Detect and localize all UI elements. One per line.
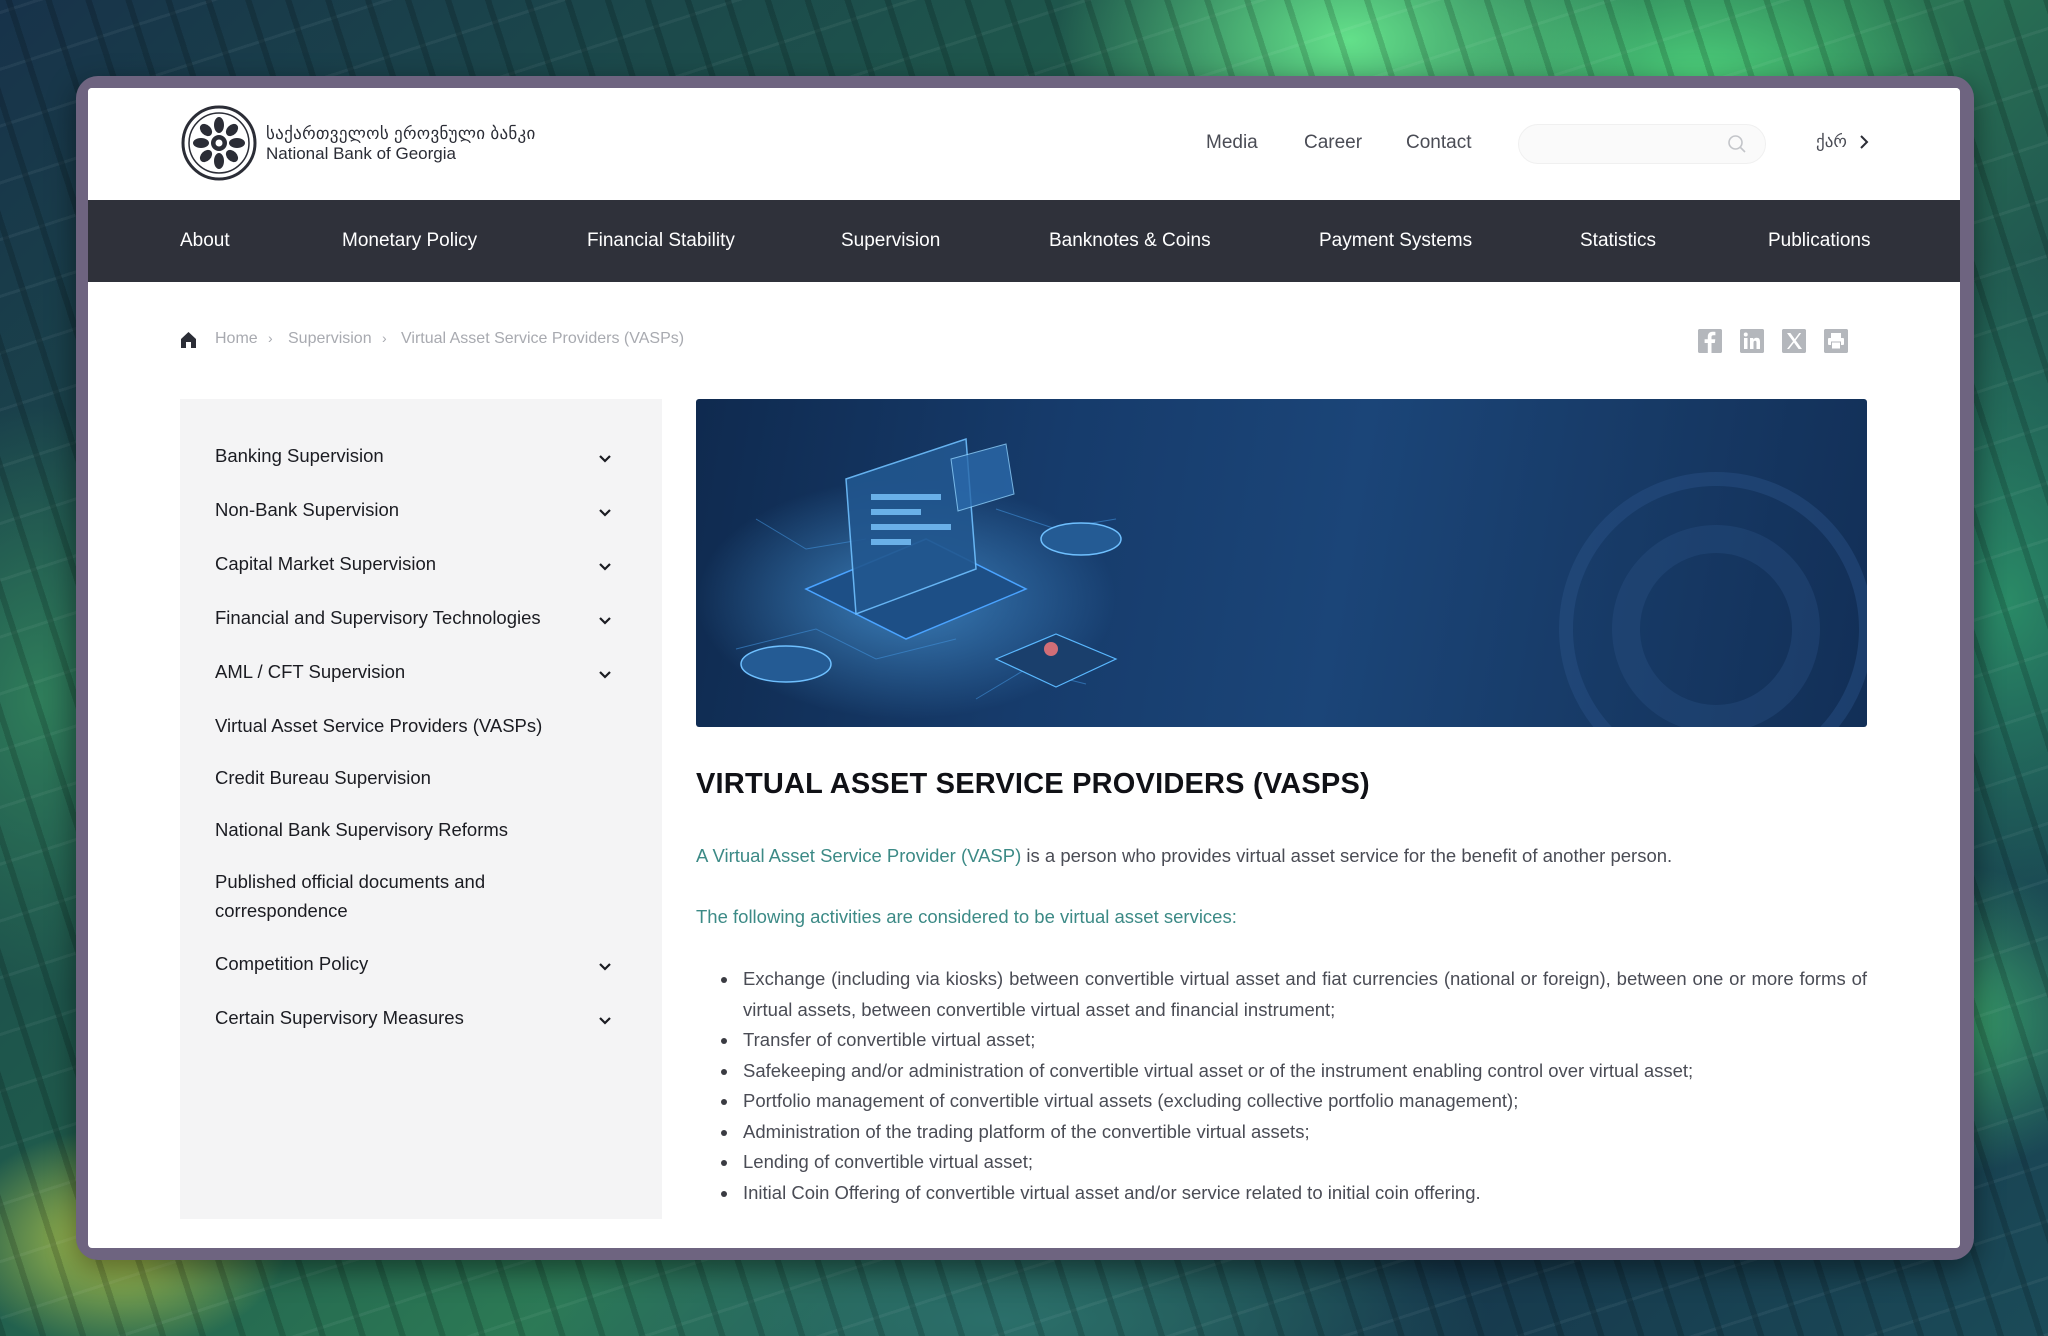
breadcrumb-separator: › <box>382 330 387 346</box>
intro-text: is a person who provides virtual asset s… <box>1021 845 1673 866</box>
nav-item-about[interactable]: About <box>180 230 230 252</box>
brand-name-georgian: საქართველოს ეროვნული ბანკი <box>266 124 536 143</box>
top-link-career[interactable]: Career <box>1304 132 1362 154</box>
search-icon[interactable] <box>1727 134 1747 154</box>
sidebar-item-supervisory-reforms[interactable]: National Bank Supervisory Reforms <box>215 815 575 844</box>
list-item: Administration of the trading platform o… <box>721 1117 1867 1148</box>
top-link-media[interactable]: Media <box>1206 132 1258 154</box>
vasp-definition-link[interactable]: A Virtual Asset Service Provider (VASP) <box>696 845 1021 866</box>
chevron-down-icon[interactable] <box>598 962 612 972</box>
linkedin-icon[interactable] <box>1740 329 1764 353</box>
facebook-icon[interactable] <box>1698 329 1722 353</box>
top-link-contact[interactable]: Contact <box>1406 132 1471 154</box>
chevron-right-icon[interactable] <box>1858 134 1870 150</box>
hero-illustration <box>696 437 1867 727</box>
nav-item-supervision[interactable]: Supervision <box>841 230 940 252</box>
services-heading: The following activities are considered … <box>696 906 1237 927</box>
language-switch[interactable]: ქარ <box>1816 132 1847 152</box>
sidebar-item-certain-supervisory-measures[interactable]: Certain Supervisory Measures <box>215 1003 575 1032</box>
chevron-down-icon[interactable] <box>598 562 612 572</box>
chevron-down-icon[interactable] <box>598 454 612 464</box>
chevron-down-icon[interactable] <box>598 508 612 518</box>
list-item: Transfer of convertible virtual asset; <box>721 1025 1867 1056</box>
page-title: VIRTUAL ASSET SERVICE PROVIDERS (VASPS) <box>696 768 1370 800</box>
nav-item-monetary-policy[interactable]: Monetary Policy <box>342 230 477 252</box>
browser-page: საქართველოს ეროვნული ბანკი National Bank… <box>88 88 1960 1248</box>
services-list: Exchange (including via kiosks) between … <box>721 964 1867 1208</box>
home-icon[interactable] <box>180 331 197 349</box>
breadcrumb-supervision[interactable]: Supervision <box>288 330 372 348</box>
breadcrumb-separator: › <box>268 330 273 346</box>
sidebar-item-non-bank-supervision[interactable]: Non-Bank Supervision <box>215 495 575 524</box>
nav-item-payment-systems[interactable]: Payment Systems <box>1319 230 1472 252</box>
search-input[interactable] <box>1518 124 1766 164</box>
chevron-down-icon[interactable] <box>598 670 612 680</box>
x-icon[interactable] <box>1782 329 1806 353</box>
sidebar-item-banking-supervision[interactable]: Banking Supervision <box>215 441 575 470</box>
breadcrumb-home[interactable]: Home <box>215 330 258 348</box>
chevron-down-icon[interactable] <box>598 616 612 626</box>
brand-name-english: National Bank of Georgia <box>266 144 456 163</box>
sidebar-item-capital-market-supervision[interactable]: Capital Market Supervision <box>215 549 575 578</box>
nav-item-publications[interactable]: Publications <box>1768 230 1870 252</box>
nav-item-banknotes-coins[interactable]: Banknotes & Coins <box>1049 230 1211 252</box>
nav-item-financial-stability[interactable]: Financial Stability <box>587 230 735 252</box>
brand-name[interactable]: საქართველოს ეროვნული ბანკი National Bank… <box>266 124 536 164</box>
hero-image <box>696 399 1867 727</box>
sidebar-item-credit-bureau-supervision[interactable]: Credit Bureau Supervision <box>215 763 575 792</box>
nbg-logo-icon[interactable] <box>180 104 258 182</box>
list-item: Initial Coin Offering of convertible vir… <box>721 1178 1867 1209</box>
list-item: Lending of convertible virtual asset; <box>721 1147 1867 1178</box>
print-icon[interactable] <box>1824 329 1848 353</box>
sidebar-item-financial-supervisory-technologies[interactable]: Financial and Supervisory Technologies <box>215 603 575 632</box>
list-item: Exchange (including via kiosks) between … <box>721 964 1867 1025</box>
list-item: Safekeeping and/or administration of con… <box>721 1056 1867 1087</box>
sidebar-item-published-documents[interactable]: Published official documents and corresp… <box>215 867 535 925</box>
intro-paragraph: A Virtual Asset Service Provider (VASP) … <box>696 845 1672 867</box>
sidebar-item-competition-policy[interactable]: Competition Policy <box>215 949 575 978</box>
sidebar-item-vasps[interactable]: Virtual Asset Service Providers (VASPs) <box>215 711 575 740</box>
site-header: საქართველოს ეროვნული ბანკი National Bank… <box>88 88 1960 200</box>
main-nav: About Monetary Policy Financial Stabilit… <box>88 200 1960 282</box>
list-item: Portfolio management of convertible virt… <box>721 1086 1867 1117</box>
sidebar-nav: Banking Supervision Non-Bank Supervision… <box>180 399 662 1219</box>
nav-item-statistics[interactable]: Statistics <box>1580 230 1656 252</box>
sidebar-item-aml-cft-supervision[interactable]: AML / CFT Supervision <box>215 657 575 686</box>
chevron-down-icon[interactable] <box>598 1016 612 1026</box>
breadcrumb-current: Virtual Asset Service Providers (VASPs) <box>401 330 685 347</box>
